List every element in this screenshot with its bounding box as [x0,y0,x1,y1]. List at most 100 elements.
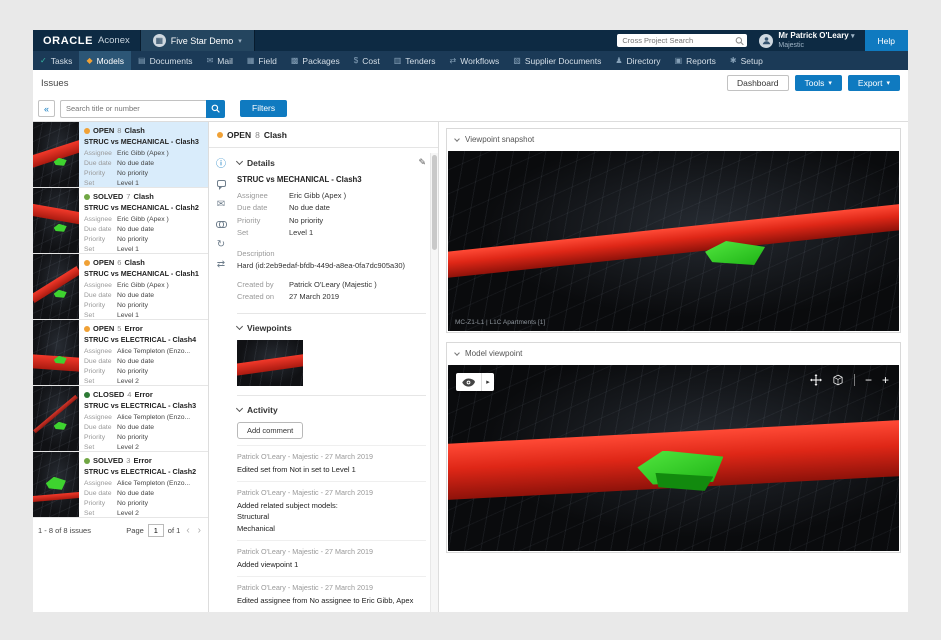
eye-icon[interactable] [456,373,481,391]
previous-page-button[interactable]: ‹ [184,526,191,536]
tab-setup[interactable]: ✱Setup [723,51,770,70]
tab-tasks[interactable]: ✓Tasks [33,51,79,70]
detail-scrollbar[interactable] [430,153,438,612]
zoom-out-icon[interactable]: − [865,374,872,386]
issue-type: Error [134,390,152,399]
collapse-panel-button[interactable]: « [38,100,55,117]
refresh-icon[interactable]: ↻ [217,240,225,250]
help-button[interactable]: Help [865,30,908,51]
issue-list-item[interactable]: SOLVED3Error STRUC vs ELECTRICAL - Clash… [33,452,208,518]
model-viewpoint-header[interactable]: Model viewpoint [447,343,900,364]
compare-arrows-icon[interactable]: ⇄ [217,260,225,270]
issue-number: 4 [127,390,131,399]
scrollbar-thumb[interactable] [432,155,437,250]
issue-thumbnail [33,320,79,385]
activity-meta: Patrick O'Leary - Majestic - 27 March 20… [237,583,426,592]
viewpoints-section-header[interactable]: Viewpoints [237,314,426,338]
activity-meta: Patrick O'Leary - Majestic - 27 March 20… [237,452,426,461]
created-on-value: 27 March 2019 [289,291,339,303]
tab-mail[interactable]: ✉Mail [200,51,240,70]
dashboard-button[interactable]: Dashboard [727,75,789,92]
next-page-button[interactable]: › [196,526,203,536]
issue-search-input[interactable] [60,100,206,118]
workflow-icon: ⇄ [450,56,457,65]
document-icon: ▤ [138,56,146,65]
issue-info: SOLVED3Error STRUC vs ELECTRICAL - Clash… [79,452,208,517]
viewpoint-panel: Viewpoint snapshot MC-Z1-L1 | L1C Apartm… [439,122,908,612]
issue-thumbnail [33,452,79,517]
page-number-input[interactable] [148,524,164,537]
link-icon[interactable] [216,220,227,230]
search-icon [211,101,220,116]
module-nav: ✓Tasks ◆Models ▤Documents ✉Mail ▦Field ▩… [33,51,908,70]
tab-field[interactable]: ▦Field [240,51,284,70]
aconex-app-window: ORACLE Aconex ▦ Five Star Demo ▾ Mr Patr… [33,30,908,612]
orientation-cube-icon[interactable] [832,374,844,386]
snapshot-caption: MC-Z1-L1 | L1C Apartments [1] [455,319,545,326]
issue-info: CLOSED4Error STRUC vs ELECTRICAL - Clash… [79,386,208,451]
issue-number: 3 [126,456,130,465]
tab-cost[interactable]: $Cost [347,51,387,70]
tab-tenders[interactable]: ▥Tenders [387,51,443,70]
setup-icon: ✱ [730,56,737,65]
toolbar-divider [854,374,855,386]
issue-type: Error [133,456,151,465]
export-button[interactable]: Export▾ [848,75,900,92]
issue-list-item[interactable]: OPEN5Error STRUC vs ELECTRICAL - Clash4 … [33,320,208,386]
activity-section-header[interactable]: Activity [237,396,426,420]
status-badge: OPEN [93,258,114,267]
model-viewpoint-viewer[interactable]: ▸ − + [448,365,899,551]
activity-entry: Patrick O'Leary - Majestic - 27 March 20… [237,481,426,540]
package-icon: ▩ [291,56,299,65]
activity-text: Added related subject models: [237,500,426,511]
caret-right-icon[interactable]: ▸ [481,373,494,391]
tab-documents[interactable]: ▤Documents [131,51,200,70]
details-section-header[interactable]: Details ✎ [237,148,426,173]
search-icon[interactable] [735,36,744,45]
activity-entry: Patrick O'Leary - Majestic - 27 March 20… [237,576,426,612]
mail-icon[interactable]: ✉ [217,200,225,210]
tools-button[interactable]: Tools▾ [795,75,842,92]
tab-models[interactable]: ◆Models [79,51,131,70]
issue-detail-body: ⓘ ✉ ↻ ⇄ Details ✎ STRUC vs MECHANICAL - … [209,148,438,612]
comment-icon[interactable] [217,180,226,190]
edit-icon[interactable]: ✎ [418,157,426,168]
chevron-down-icon [454,350,460,356]
issue-thumbnail [33,386,79,451]
status-badge: SOLVED [93,456,123,465]
issue-title: STRUC vs ELECTRICAL - Clash2 [84,467,203,476]
issue-list-item[interactable]: CLOSED4Error STRUC vs ELECTRICAL - Clash… [33,386,208,452]
tab-packages[interactable]: ▩Packages [284,51,347,70]
issue-list-item[interactable]: OPEN8Clash STRUC vs MECHANICAL - Clash3 … [33,122,208,188]
add-comment-button[interactable]: Add comment [237,422,303,439]
filters-button[interactable]: Filters [240,100,287,117]
issue-list-item[interactable]: SOLVED7Clash STRUC vs MECHANICAL - Clash… [33,188,208,254]
activity-text: Added viewpoint 1 [237,559,426,570]
viewpoint-snapshot-header[interactable]: Viewpoint snapshot [447,129,900,150]
status-dot [84,260,90,266]
viewpoint-thumbnail[interactable] [237,340,303,386]
issue-list-item[interactable]: OPEN6Clash STRUC vs MECHANICAL - Clash1 … [33,254,208,320]
project-selector[interactable]: ▦ Five Star Demo ▾ [140,30,255,51]
info-icon[interactable]: ⓘ [216,160,226,170]
tab-supplier-documents[interactable]: ▧Supplier Documents [506,51,608,70]
zoom-in-icon[interactable]: + [882,374,889,386]
activity-entry: Patrick O'Leary - Majestic - 27 March 20… [237,445,426,481]
avatar [759,34,773,48]
activity-meta: Patrick O'Leary - Majestic - 27 March 20… [237,547,426,556]
status-dot [84,392,90,398]
description-label: Description [237,249,426,258]
chevron-down-icon [236,405,243,412]
cost-icon: $ [354,56,358,65]
issue-type: Error [124,324,142,333]
user-menu[interactable]: Mr Patrick O'Leary ▾ Majestic [759,30,854,51]
activity-text: Mechanical [237,523,426,534]
tab-reports[interactable]: ▣Reports [668,51,723,70]
issue-list-panel: OPEN8Clash STRUC vs MECHANICAL - Clash3 … [33,122,209,612]
tab-directory[interactable]: ♟Directory [608,51,667,70]
pan-icon[interactable] [810,374,822,386]
cross-project-search-input[interactable] [617,34,747,47]
grid-icon: ▦ [247,56,255,65]
issue-search-button[interactable] [206,100,225,118]
tab-workflows[interactable]: ⇄Workflows [443,51,507,70]
